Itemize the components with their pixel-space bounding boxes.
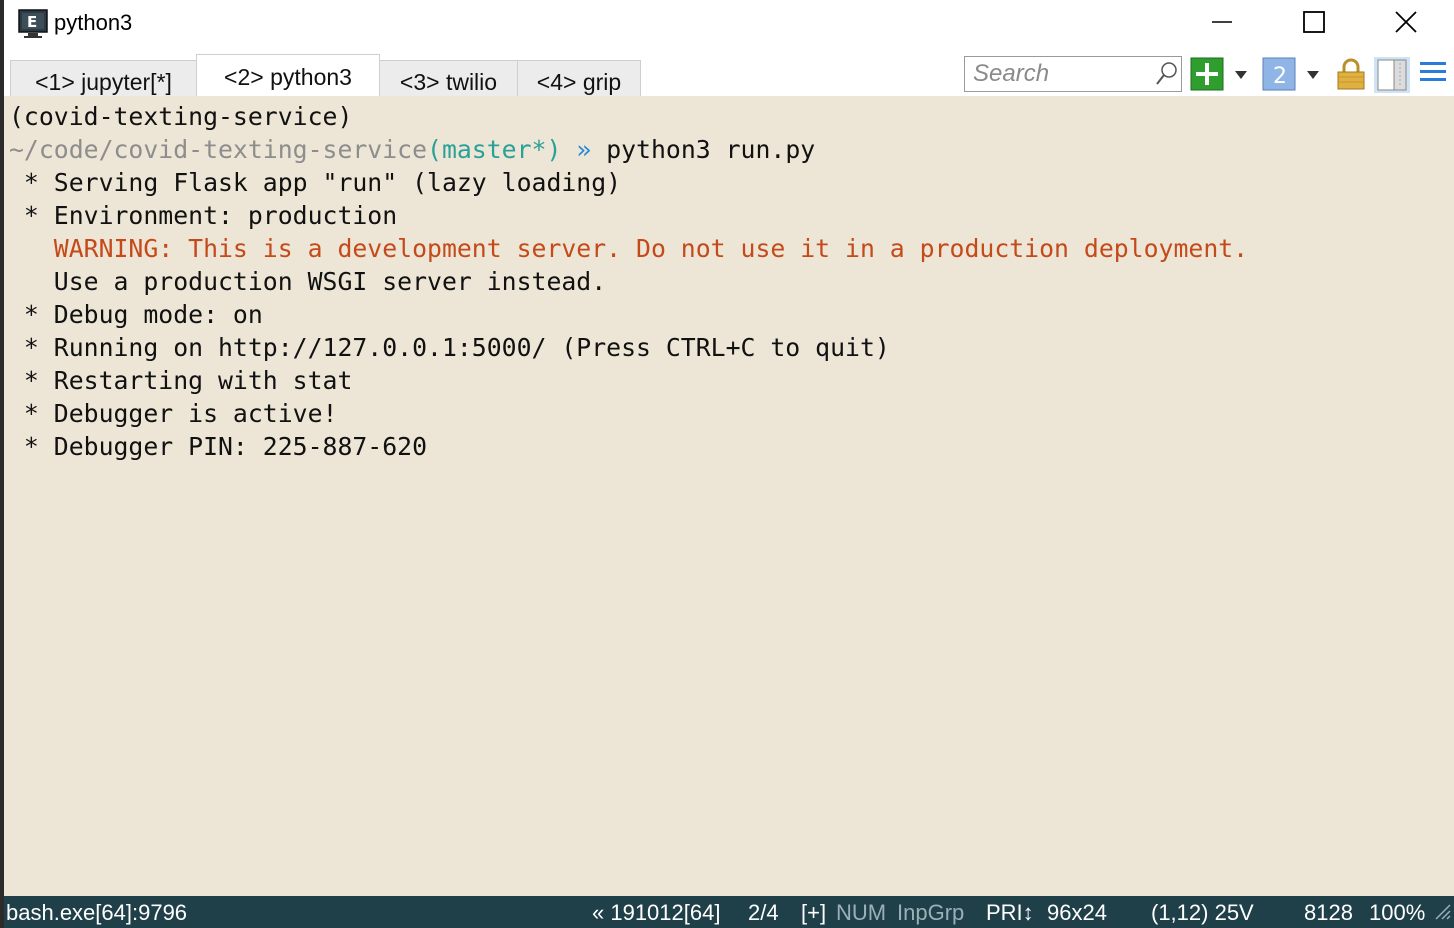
- close-button[interactable]: [1360, 0, 1452, 48]
- status-cursor[interactable]: (1,12) 25V: [1151, 900, 1254, 926]
- prompt-branch: (master*): [427, 135, 562, 164]
- close-icon: [1395, 11, 1417, 37]
- maximize-button[interactable]: [1268, 0, 1360, 48]
- output-line: Use a production WSGI server instead.: [9, 267, 607, 296]
- tab-label: <2> python3: [224, 64, 352, 90]
- lock-button[interactable]: [1334, 57, 1368, 95]
- status-build[interactable]: « 191012[64]: [592, 900, 720, 926]
- terminal-console[interactable]: (covid-texting-service) ~/code/covid-tex…: [4, 96, 1454, 896]
- prompt-command: python3 run.py: [606, 135, 816, 164]
- status-size[interactable]: 96x24: [1047, 900, 1107, 926]
- status-console-index[interactable]: 2/4: [748, 900, 779, 926]
- status-priority[interactable]: PRI↕: [986, 900, 1034, 926]
- tab-grip[interactable]: <4> grip: [517, 60, 641, 96]
- status-process[interactable]: bash.exe[64]:9796: [6, 900, 187, 926]
- status-plus[interactable]: [+]: [801, 900, 826, 926]
- search-box: [964, 56, 1182, 92]
- venv-line: (covid-texting-service): [9, 102, 353, 131]
- output-line: * Debugger PIN: 225-887-620: [9, 432, 428, 461]
- tab-python3[interactable]: <2> python3: [196, 54, 380, 96]
- prompt-path: ~/code/covid-texting-service: [9, 135, 428, 164]
- lock-icon: [1334, 58, 1368, 95]
- svg-text:2: 2: [1273, 64, 1287, 89]
- output-line: * Restarting with stat: [9, 366, 353, 395]
- window-title: python3: [54, 10, 133, 35]
- warning-line: WARNING: This is a development server. D…: [9, 234, 1249, 263]
- output-line: * Debugger is active!: [9, 399, 338, 428]
- chevron-down-icon: [1234, 66, 1248, 85]
- output-line: * Debug mode: on: [9, 300, 263, 329]
- new-console-button[interactable]: [1190, 57, 1224, 95]
- conemu-window: E python3 <1> jupyter[*] <2> python3 <3>…: [4, 0, 1454, 928]
- tab-label: <3> twilio: [399, 69, 498, 95]
- console-number-button[interactable]: 2: [1262, 57, 1296, 95]
- output-line: * Running on http://127.0.0.1:5000/ (Pre…: [9, 333, 890, 362]
- minimize-icon: [1212, 12, 1232, 36]
- search-icon[interactable]: [1155, 61, 1179, 91]
- maximize-icon: [1303, 11, 1325, 37]
- search-input[interactable]: [973, 59, 1153, 89]
- hamburger-menu-icon: [1418, 62, 1448, 91]
- prompt-line: ~/code/covid-texting-service(master*) » …: [9, 133, 815, 166]
- title-bar[interactable]: E python3: [4, 0, 1454, 48]
- status-num[interactable]: NUM: [836, 900, 886, 926]
- split-view-icon: [1374, 57, 1410, 97]
- terminal-app-icon[interactable]: E: [18, 9, 48, 39]
- output-line: * Serving Flask app "run" (lazy loading): [9, 168, 622, 197]
- status-inpgrp[interactable]: InpGrp: [897, 900, 964, 926]
- tab-jupyter[interactable]: <1> jupyter[*]: [10, 60, 197, 96]
- chevron-down-icon: [1306, 66, 1320, 85]
- tab-twilio[interactable]: <3> twilio: [379, 60, 518, 96]
- tab-label: <1> jupyter[*]: [35, 69, 172, 95]
- console-number-icon: 2: [1262, 57, 1296, 95]
- console-list-dropdown[interactable]: [1306, 66, 1320, 85]
- tab-bar: <1> jupyter[*] <2> python3 <3> twilio <4…: [4, 48, 1454, 96]
- split-view-button[interactable]: [1374, 57, 1410, 97]
- status-zoom[interactable]: 100%: [1369, 900, 1425, 926]
- output-line: * Environment: production: [9, 201, 398, 230]
- status-bar: bash.exe[64]:9796 « 191012[64] 2/4 [+] N…: [4, 896, 1454, 928]
- plus-icon: [1190, 57, 1224, 95]
- new-console-dropdown[interactable]: [1234, 66, 1248, 85]
- status-pid[interactable]: 8128: [1304, 900, 1353, 926]
- resize-grip-icon[interactable]: [1430, 899, 1452, 927]
- minimize-button[interactable]: [1176, 0, 1268, 48]
- prompt-arrow: »: [561, 135, 607, 164]
- tab-label: <4> grip: [536, 69, 622, 95]
- menu-button[interactable]: [1418, 57, 1448, 91]
- svg-text:E: E: [27, 13, 37, 31]
